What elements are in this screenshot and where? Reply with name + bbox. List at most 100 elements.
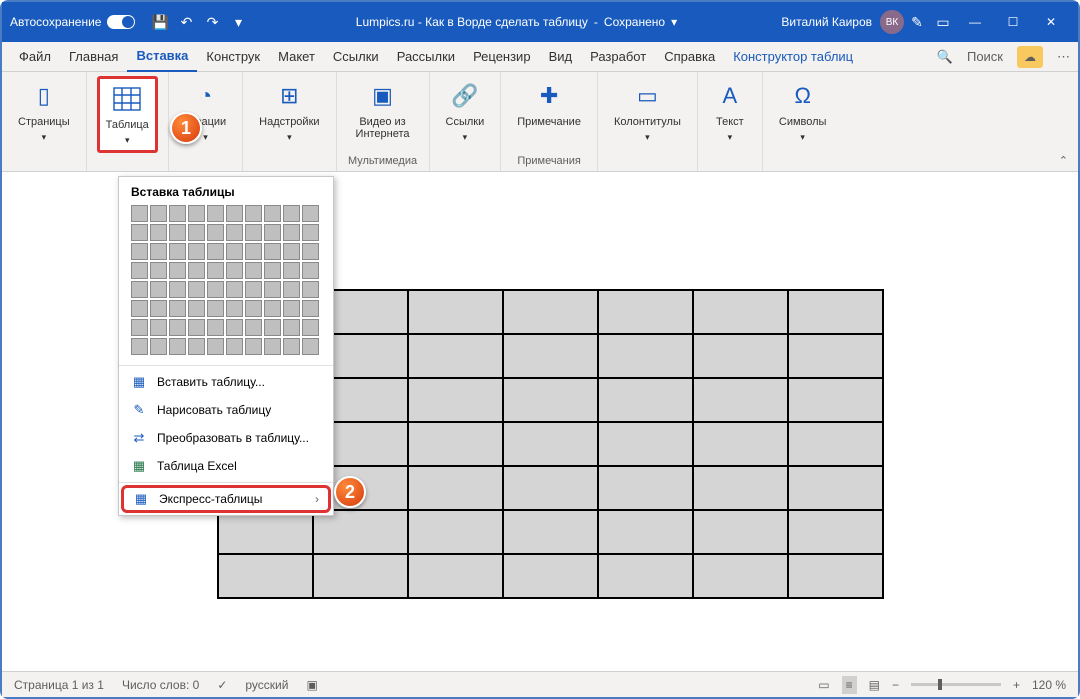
symbols-button[interactable]: Ω Символы ▾	[773, 76, 833, 147]
menu-insert-table[interactable]: ▦ Вставить таблицу...	[119, 368, 333, 396]
text-button[interactable]: A Текст ▾	[708, 76, 752, 147]
grid-cell[interactable]	[131, 243, 148, 260]
grid-cell[interactable]	[245, 205, 262, 222]
grid-cell[interactable]	[169, 205, 186, 222]
grid-cell[interactable]	[188, 300, 205, 317]
grid-cell[interactable]	[188, 224, 205, 241]
grid-cell[interactable]	[207, 262, 224, 279]
grid-cell[interactable]	[150, 338, 167, 355]
menu-excel-table[interactable]: ▦ Таблица Excel	[119, 452, 333, 480]
grid-cell[interactable]	[264, 300, 281, 317]
tab-insert[interactable]: Вставка	[127, 42, 197, 72]
zoom-value[interactable]: 120 %	[1032, 678, 1066, 692]
share-button[interactable]: ☁	[1017, 46, 1043, 68]
tab-developer[interactable]: Разработ	[581, 42, 655, 72]
grid-cell[interactable]	[226, 281, 243, 298]
grid-cell[interactable]	[264, 243, 281, 260]
tab-view[interactable]: Вид	[540, 42, 582, 72]
grid-cell[interactable]	[169, 262, 186, 279]
undo-icon[interactable]: ↶	[173, 9, 199, 35]
grid-cell[interactable]	[264, 281, 281, 298]
grid-cell[interactable]	[245, 319, 262, 336]
grid-cell[interactable]	[207, 300, 224, 317]
links-button[interactable]: 🔗 Ссылки ▾	[440, 76, 491, 147]
redo-icon[interactable]: ↷	[199, 9, 225, 35]
grid-cell[interactable]	[283, 281, 300, 298]
grid-cell[interactable]	[302, 319, 319, 336]
grid-cell[interactable]	[226, 243, 243, 260]
grid-cell[interactable]	[283, 262, 300, 279]
grid-cell[interactable]	[245, 338, 262, 355]
tab-home[interactable]: Главная	[60, 42, 127, 72]
tab-table-design[interactable]: Конструктор таблиц	[724, 42, 862, 72]
tab-references[interactable]: Ссылки	[324, 42, 388, 72]
grid-cell[interactable]	[245, 262, 262, 279]
grid-cell[interactable]	[302, 262, 319, 279]
grid-cell[interactable]	[207, 205, 224, 222]
status-page[interactable]: Страница 1 из 1	[14, 678, 104, 692]
table-button[interactable]: Таблица ▾	[97, 76, 158, 153]
grid-cell[interactable]	[207, 338, 224, 355]
maximize-button[interactable]: ☐	[994, 9, 1032, 35]
zoom-out-icon[interactable]: −	[892, 678, 899, 692]
grid-cell[interactable]	[283, 319, 300, 336]
grid-cell[interactable]	[188, 338, 205, 355]
grid-cell[interactable]	[150, 205, 167, 222]
view-print-icon[interactable]: ≡	[842, 676, 857, 694]
grid-cell[interactable]	[283, 338, 300, 355]
pages-button[interactable]: ▯ Страницы ▾	[12, 76, 76, 147]
grid-cell[interactable]	[283, 224, 300, 241]
ribbon-display-icon[interactable]: ▭	[930, 9, 956, 35]
grid-cell[interactable]	[131, 338, 148, 355]
zoom-slider[interactable]	[911, 683, 1001, 686]
search-icon[interactable]: 🔍	[937, 49, 953, 65]
grid-cell[interactable]	[131, 281, 148, 298]
grid-cell[interactable]	[207, 243, 224, 260]
grid-cell[interactable]	[131, 300, 148, 317]
tab-mailings[interactable]: Рассылки	[388, 42, 464, 72]
grid-cell[interactable]	[264, 338, 281, 355]
grid-cell[interactable]	[302, 338, 319, 355]
grid-cell[interactable]	[302, 224, 319, 241]
grid-cell[interactable]	[245, 243, 262, 260]
grid-cell[interactable]	[150, 319, 167, 336]
grid-cell[interactable]	[302, 300, 319, 317]
grid-cell[interactable]	[188, 205, 205, 222]
autosave-toggle[interactable]: Автосохранение	[10, 15, 135, 29]
grid-cell[interactable]	[188, 243, 205, 260]
grid-cell[interactable]	[283, 300, 300, 317]
toggle-switch-icon[interactable]	[107, 15, 135, 29]
grid-cell[interactable]	[131, 224, 148, 241]
grid-cell[interactable]	[150, 262, 167, 279]
grid-cell[interactable]	[226, 224, 243, 241]
video-button[interactable]: ▣ Видео из Интернета	[347, 76, 419, 144]
grid-cell[interactable]	[169, 300, 186, 317]
view-web-icon[interactable]: ▤	[869, 678, 880, 692]
grid-cell[interactable]	[302, 243, 319, 260]
user-section[interactable]: Виталий Каиров ВК	[781, 10, 904, 34]
status-language[interactable]: русский	[245, 678, 288, 692]
grid-cell[interactable]	[264, 224, 281, 241]
grid-cell[interactable]	[264, 205, 281, 222]
grid-cell[interactable]	[131, 319, 148, 336]
grid-cell[interactable]	[245, 281, 262, 298]
tab-layout[interactable]: Макет	[269, 42, 324, 72]
table-grid-picker[interactable]	[119, 205, 333, 363]
touch-mode-icon[interactable]: ✎	[904, 9, 930, 35]
grid-cell[interactable]	[226, 319, 243, 336]
grid-cell[interactable]	[150, 281, 167, 298]
comment-button[interactable]: ✚ Примечание	[511, 76, 587, 132]
status-words[interactable]: Число слов: 0	[122, 678, 199, 692]
menu-draw-table[interactable]: ✎ Нарисовать таблицу	[119, 396, 333, 424]
minimize-button[interactable]: —	[956, 9, 994, 35]
grid-cell[interactable]	[188, 319, 205, 336]
grid-cell[interactable]	[188, 281, 205, 298]
grid-cell[interactable]	[207, 224, 224, 241]
grid-cell[interactable]	[226, 205, 243, 222]
grid-cell[interactable]	[169, 243, 186, 260]
grid-cell[interactable]	[169, 338, 186, 355]
grid-cell[interactable]	[207, 319, 224, 336]
grid-cell[interactable]	[283, 243, 300, 260]
tab-help[interactable]: Справка	[655, 42, 724, 72]
tab-design[interactable]: Конструк	[197, 42, 269, 72]
